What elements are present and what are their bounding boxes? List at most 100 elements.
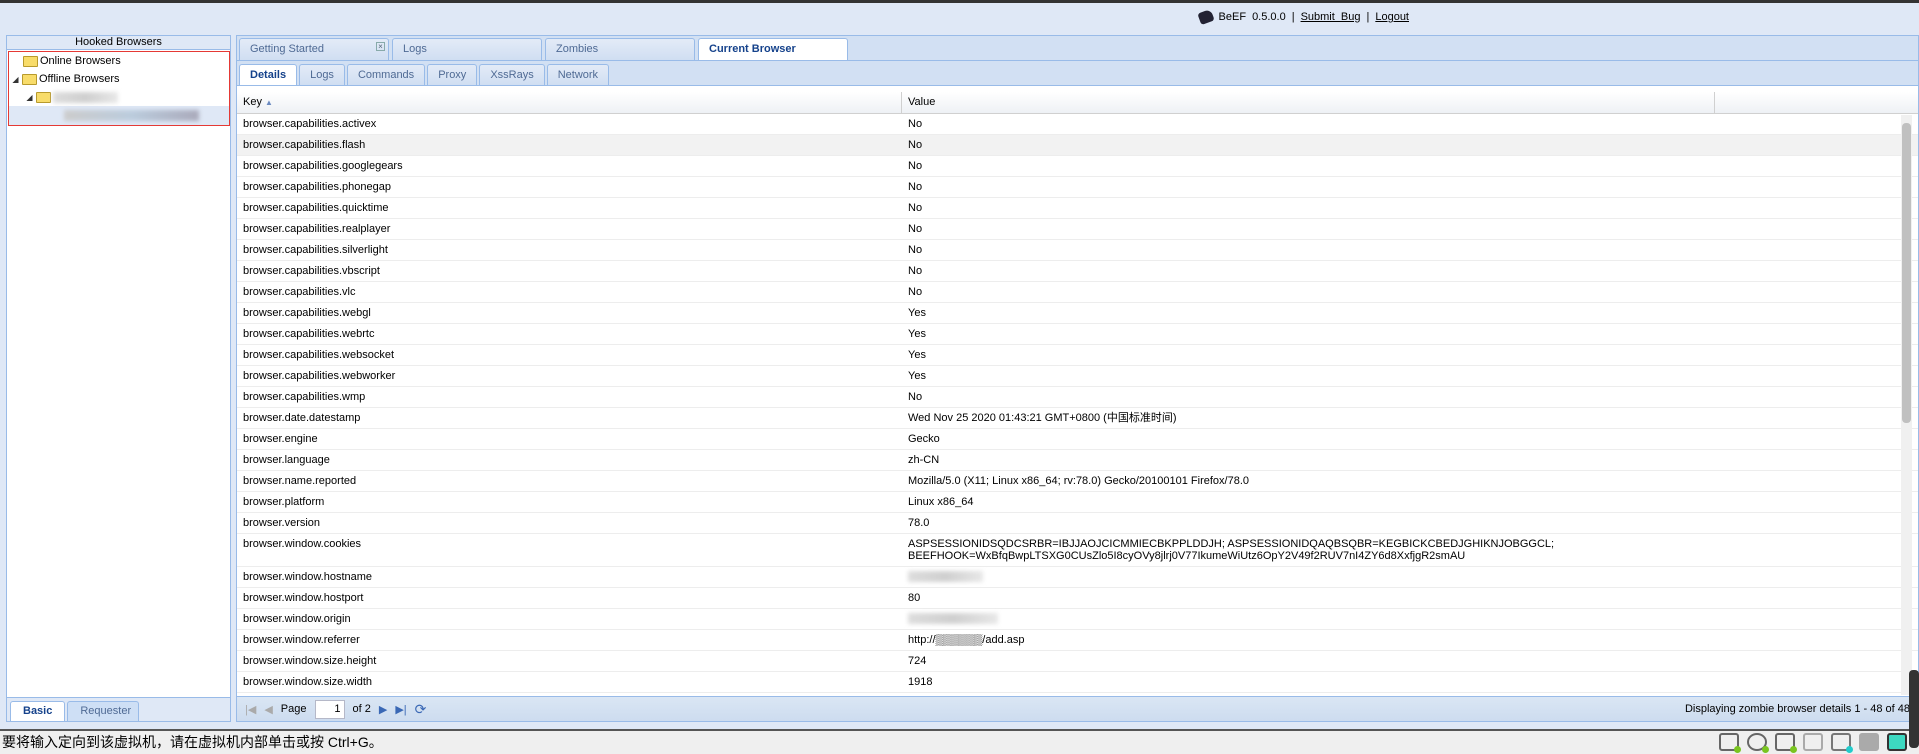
table-row[interactable]: browser.capabilities.silverlight No [237, 240, 1918, 261]
close-icon[interactable]: × [376, 42, 385, 51]
redacted-value [908, 613, 998, 624]
tab-zombies[interactable]: Zombies [545, 38, 695, 60]
column-label: Key [243, 96, 262, 108]
submit-bug-link[interactable]: Submit Bug [1301, 11, 1361, 23]
first-page-icon[interactable]: |◀ [245, 703, 256, 716]
hooked-browsers-panel: Hooked Browsers Online Browsers ◢ Offline… [6, 35, 231, 722]
scrollbar-thumb[interactable] [1902, 123, 1911, 423]
cell-key: browser.capabilities.silverlight [243, 244, 388, 256]
table-row[interactable]: browser.capabilities.webrtc Yes [237, 324, 1918, 345]
cell-value: No [908, 181, 923, 193]
hard-disk-icon[interactable] [1719, 733, 1741, 753]
tree-node-offline[interactable]: ◢ Offline Browsers [9, 70, 229, 88]
vm-device-icons [1719, 733, 1907, 753]
table-row[interactable]: browser.engine Gecko [237, 429, 1918, 450]
tree-node-browser[interactable] [9, 106, 229, 125]
page-count: of 2 [352, 703, 371, 715]
subtab-network[interactable]: Network [546, 64, 610, 85]
network-icon[interactable] [1775, 733, 1797, 753]
table-row[interactable]: browser.language zh-CN [237, 450, 1918, 471]
message-icon[interactable] [1887, 733, 1907, 751]
table-row[interactable]: browser.name.reported Mozilla/5.0 (X11; L… [237, 471, 1918, 492]
cell-key: browser.capabilities.vbscript [243, 265, 380, 277]
table-row[interactable]: browser.window.cookies ASPSESSIONIDSQDCSR… [237, 534, 1918, 567]
separator: | [1291, 11, 1295, 23]
logout-link[interactable]: Logout [1375, 11, 1409, 23]
table-row[interactable]: browser.window.hostname [237, 567, 1918, 588]
redacted-browser [64, 110, 199, 121]
table-row[interactable]: browser.capabilities.phonegap No [237, 177, 1918, 198]
vertical-scrollbar[interactable] [1901, 115, 1912, 695]
expand-triangle-icon[interactable]: ◢ [11, 75, 20, 84]
printer-icon[interactable] [1803, 733, 1823, 751]
tree-node-online[interactable]: Online Browsers [9, 52, 229, 70]
cell-value: No [908, 286, 923, 298]
last-page-icon[interactable]: ▶| [395, 703, 406, 716]
sound-icon[interactable] [1831, 733, 1853, 753]
table-row[interactable]: browser.capabilities.websocket Yes [237, 345, 1918, 366]
subtab-logs[interactable]: Logs [299, 64, 345, 85]
tab-getting-started[interactable]: Getting Started × [239, 38, 389, 60]
cell-value: No [908, 118, 923, 130]
table-row[interactable]: browser.date.datestamp Wed Nov 25 2020 01… [237, 408, 1918, 429]
redacted-host [53, 91, 118, 103]
table-row[interactable]: browser.window.size.width 1918 [237, 672, 1918, 693]
cell-value: ASPSESSIONIDSQDCSRBR=IBJJAOJCICMMIECBKPP… [908, 538, 1555, 562]
table-row[interactable]: browser.window.hostport 80 [237, 588, 1918, 609]
refresh-icon[interactable]: ⟳ [415, 701, 427, 718]
column-key[interactable]: Key ▲ [237, 92, 902, 113]
table-row[interactable]: browser.capabilities.realplayer No [237, 219, 1918, 240]
folder-icon [36, 91, 51, 103]
subtab-xssrays[interactable]: XssRays [479, 64, 545, 85]
table-row[interactable]: browser.capabilities.flash No [237, 135, 1918, 156]
table-row[interactable]: browser.capabilities.googlegears No [237, 156, 1918, 177]
page-input[interactable] [314, 699, 345, 719]
table-row[interactable]: browser.capabilities.webgl Yes [237, 303, 1918, 324]
cell-value [902, 567, 1715, 587]
vm-status-bar: 要将输入定向到该虚拟机，请在虚拟机内部单击或按 Ctrl+G。 [0, 729, 1919, 754]
cell-key: browser.window.size.height [243, 655, 377, 667]
expand-triangle-icon[interactable]: ◢ [25, 93, 34, 102]
table-row[interactable]: browser.capabilities.vbscript No [237, 261, 1918, 282]
cd-icon[interactable] [1747, 733, 1769, 753]
header: BeEF 0.5.0.0 | Submit Bug | Logout [0, 3, 1919, 35]
grid-body: browser.capabilities.activex No browser.ca… [237, 114, 1918, 693]
browser-subtabs: Details Logs Commands Proxy XssRays Netw… [237, 61, 1918, 86]
table-row[interactable]: browser.capabilities.webworker Yes [237, 366, 1918, 387]
cell-value: Yes [908, 307, 926, 319]
table-row[interactable]: browser.capabilities.quicktime No [237, 198, 1918, 219]
table-row[interactable]: browser.platform Linux x86_64 [237, 492, 1918, 513]
cell-key: browser.window.referrer [243, 634, 360, 646]
cell-value: No [908, 244, 923, 256]
cell-value: Yes [908, 349, 926, 361]
subtab-proxy[interactable]: Proxy [427, 64, 478, 85]
table-row[interactable]: browser.window.size.height 724 [237, 651, 1918, 672]
cell-key: browser.capabilities.webrtc [243, 328, 375, 340]
details-grid: Key ▲ Value browser.capabilities.activex… [237, 89, 1918, 697]
grid-header: Key ▲ Value [237, 92, 1918, 114]
main-panel: Getting Started × Logs Zombies Current Br… [236, 35, 1919, 722]
tree-node-host[interactable]: ◢ [9, 88, 229, 106]
tab-basic[interactable]: Basic [10, 701, 66, 721]
prev-page-icon[interactable]: ◀ [264, 703, 272, 716]
cell-key: browser.capabilities.activex [243, 118, 377, 130]
separator: | [1366, 11, 1370, 23]
tab-requester[interactable]: Requester [67, 701, 140, 721]
tab-current-browser[interactable]: Current Browser [698, 38, 848, 60]
usb-icon[interactable] [1859, 733, 1879, 751]
table-row[interactable]: browser.capabilities.vlc No [237, 282, 1918, 303]
cell-value: Gecko [908, 433, 940, 445]
subtab-details[interactable]: Details [239, 64, 298, 85]
table-row[interactable]: browser.capabilities.wmp No [237, 387, 1918, 408]
subtab-commands[interactable]: Commands [346, 64, 426, 85]
brand: BeEF 0.5.0.0 | Submit Bug | Logout [1196, 8, 1409, 26]
browser-tree: Online Browsers ◢ Offline Browsers ◢ [8, 51, 230, 126]
column-value[interactable]: Value [902, 92, 1715, 113]
left-tabs: Basic Requester [7, 697, 230, 721]
tab-logs[interactable]: Logs [392, 38, 542, 60]
table-row[interactable]: browser.version 78.0 [237, 513, 1918, 534]
table-row[interactable]: browser.capabilities.activex No [237, 114, 1918, 135]
table-row[interactable]: browser.window.origin [237, 609, 1918, 630]
next-page-icon[interactable]: ▶ [379, 703, 387, 716]
table-row[interactable]: browser.window.referrer http://▒▒▒▒▒▒/add… [237, 630, 1918, 651]
